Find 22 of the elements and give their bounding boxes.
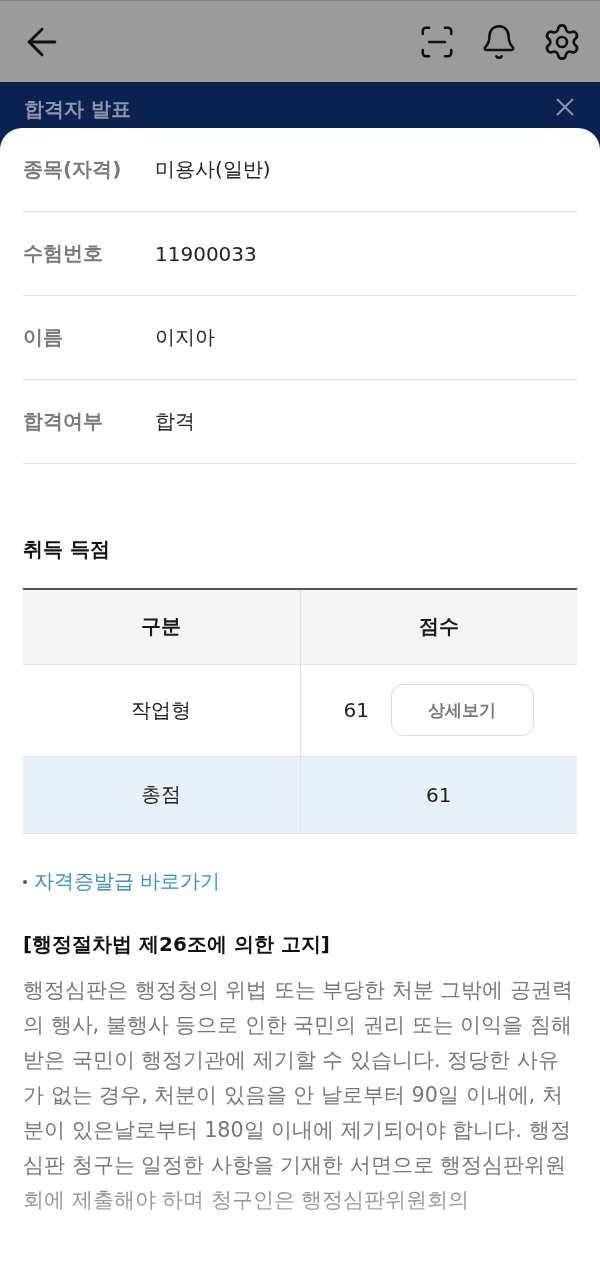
table-header-cell: 구분 <box>23 589 300 664</box>
bell-icon[interactable] <box>480 22 518 61</box>
certificate-link[interactable]: 자격증발급 바로가기 <box>34 868 221 895</box>
field-label: 이름 <box>23 324 64 351</box>
notice-title: [행정절차법 제26조에 의한 고지] <box>23 930 330 958</box>
dialog-title: 합격자 발표 <box>24 96 131 122</box>
score-value: 61 <box>343 698 369 722</box>
table-cell: 61 <box>300 756 577 833</box>
field-label: 수험번호 <box>23 240 104 267</box>
section-title: 취득 득점 <box>23 536 110 563</box>
field-value: 11900033 <box>155 241 257 266</box>
table-cell: 총점 <box>23 756 300 833</box>
table-header-cell: 점수 <box>300 589 577 664</box>
notice-text: 행정심판은 행정청의 위법 또는 부당한 처분 그밖에 공권력의 행사, 불행사 등으로 인한 국민의 권리 또는 이익을 침해받은 국민이 행정기관에 제기할 수 있습니다. 정당한 사유가 없는 경우, 처분이 있음을 안 날로부터 90일 이내에, 처분이 있은날로부터 180일 이내에 제기되어야 합니다. 행정심판 청구는 일정한 사항을 기재한 서면으로 행정심판위원회에 제출해야 하며 청구인은 행정심판위원회의 <box>23 976 575 1214</box>
bullet-icon <box>23 879 27 884</box>
field-value: 미용사(일반) <box>155 156 271 183</box>
field-label: 종목(자격) <box>23 156 123 183</box>
details-button[interactable]: 상세보기 <box>390 684 534 736</box>
field-value: 이지아 <box>155 324 215 351</box>
field-label: 합격여부 <box>23 408 104 435</box>
field-value: 합격 <box>155 408 195 435</box>
table-cell: 작업형 <box>23 664 300 756</box>
